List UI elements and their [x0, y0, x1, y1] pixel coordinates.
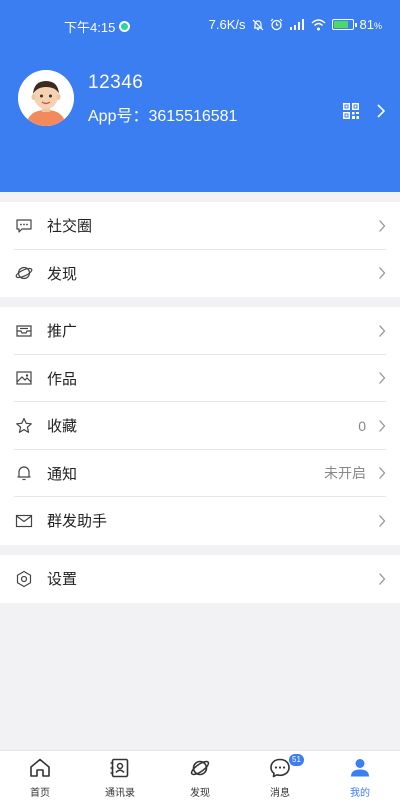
menu-item-label: 社交圈 — [47, 218, 93, 236]
bottom-tab-bar: 首页 通讯录 发现 51 消息 我的 — [0, 750, 400, 800]
menu-item-label: 通知 — [47, 465, 78, 483]
battery-icon — [331, 19, 357, 30]
mail-icon — [15, 514, 33, 527]
chevron-right-icon — [379, 572, 386, 585]
menu-item-discover[interactable]: 发现 — [0, 250, 400, 298]
favorites-count: 0 — [358, 417, 366, 434]
status-right: 7.6K/s 81% — [209, 17, 382, 32]
app-notification-icon — [119, 21, 131, 32]
status-time: 下午4:15 — [64, 20, 116, 35]
menu-item-social-circle[interactable]: 社交圈 — [0, 202, 400, 250]
chevron-right-icon — [379, 514, 386, 527]
bell-icon — [17, 466, 31, 481]
menu-item-broadcast[interactable]: 群发助手 — [0, 497, 400, 545]
mute-bell-icon — [252, 19, 263, 30]
menu-item-notifications[interactable]: 通知 未开启 — [0, 450, 400, 498]
tab-messages[interactable]: 51 消息 — [240, 751, 320, 800]
person-icon — [351, 759, 369, 777]
tab-label: 消息 — [270, 788, 290, 799]
menu-item-favorites[interactable]: 收藏 0 — [0, 402, 400, 450]
image-icon — [16, 371, 32, 385]
menu-group-settings: 设置 — [0, 555, 400, 603]
chevron-right-icon — [379, 372, 386, 385]
inbox-icon — [16, 325, 32, 337]
chevron-right-icon — [379, 419, 386, 432]
tab-home[interactable]: 首页 — [0, 751, 80, 800]
menu-group-social: 社交圈 发现 — [0, 202, 400, 297]
battery-percent: 81% — [359, 17, 382, 32]
tab-me[interactable]: 我的 — [320, 751, 400, 800]
chevron-right-icon — [379, 267, 386, 280]
menu-item-promote[interactable]: 推广 — [0, 307, 400, 355]
menu-item-works[interactable]: 作品 — [0, 355, 400, 403]
menu-item-label: 群发助手 — [47, 513, 108, 531]
menu-item-settings[interactable]: 设置 — [0, 555, 400, 603]
message-icon — [270, 758, 290, 778]
discover-icon — [190, 760, 210, 776]
qr-code-icon[interactable] — [343, 103, 359, 119]
tab-label: 首页 — [30, 788, 50, 799]
profile-name: 12346 — [88, 72, 144, 93]
avatar-cartoon-image — [18, 70, 74, 126]
avatar[interactable] — [18, 70, 74, 126]
menu-item-label: 收藏 — [47, 418, 78, 436]
status-bar: 下午4:15 7.6K/s 81% — [0, 0, 400, 48]
chevron-right-icon — [379, 467, 386, 480]
tab-label: 通讯录 — [105, 788, 135, 799]
chevron-right-icon — [379, 324, 386, 337]
alarm-icon — [270, 18, 282, 31]
menu-item-label: 作品 — [47, 370, 78, 388]
menu-group-content: 推广 作品 收藏 0 通知 未开启 群发助手 — [0, 307, 400, 545]
menu-item-label: 设置 — [47, 571, 78, 589]
battery-fill — [333, 21, 348, 28]
signal-icon — [289, 18, 304, 30]
status-time-group: 下午4:15 — [64, 17, 131, 36]
home-icon — [30, 758, 50, 777]
chat-bubble-icon — [16, 219, 32, 233]
menu-item-label: 推广 — [47, 323, 78, 341]
planet-icon — [15, 267, 33, 280]
gear-icon — [16, 570, 32, 587]
tab-label: 我的 — [350, 788, 370, 799]
menu-item-label: 发现 — [47, 265, 78, 283]
tab-discover[interactable]: 发现 — [160, 751, 240, 800]
app-id: App号：3615516581 — [88, 108, 238, 125]
profile-header: 下午4:15 7.6K/s 81% 12346 App号：3615516581 — [0, 0, 400, 192]
network-speed: 7.6K/s — [208, 17, 246, 32]
wifi-icon — [311, 18, 326, 30]
star-icon — [16, 417, 32, 433]
message-badge: 51 — [289, 754, 304, 766]
contacts-icon — [110, 758, 129, 778]
chevron-right-icon — [379, 219, 386, 232]
tab-contacts[interactable]: 通讯录 — [80, 751, 160, 800]
notification-status: 未开启 — [324, 465, 366, 482]
tab-label: 发现 — [190, 788, 210, 799]
profile-chevron-right-icon[interactable] — [376, 104, 386, 118]
